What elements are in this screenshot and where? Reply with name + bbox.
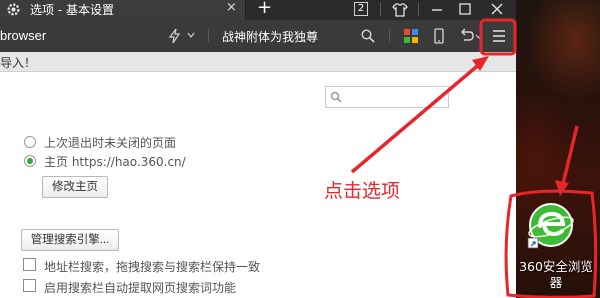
search-icon[interactable] (360, 28, 376, 44)
mobile-phone-icon[interactable] (430, 27, 448, 45)
tab-close-button[interactable]: × (226, 0, 237, 15)
minimize-icon[interactable] (428, 1, 446, 19)
chevron-down-icon[interactable] (186, 30, 196, 40)
lightning-icon[interactable] (166, 28, 184, 44)
chevron-down-icon[interactable] (474, 27, 484, 45)
undo-icon[interactable] (457, 27, 475, 45)
title-separator (380, 3, 381, 16)
edit-home-page-button[interactable]: 修改主页 (42, 176, 108, 198)
checkbox-label-sync-address-bar-search: 地址栏搜索，拖拽搜索与搜索栏保持一致 (44, 260, 261, 274)
notification-bar: 导入！ (0, 52, 516, 72)
tab-title: 选项 - 基本设置 (30, 3, 114, 17)
360-browser-app-icon[interactable] (526, 200, 576, 250)
product-name: browser (0, 28, 47, 43)
checkbox-sync-address-bar-search[interactable] (23, 258, 36, 271)
radio-label-home-page: 主页 https://hao.360.cn/ (44, 155, 186, 169)
search-bar-text[interactable]: 战神附体为我独尊 (222, 28, 318, 45)
settings-search-input[interactable] (344, 89, 444, 105)
checkbox-auto-extract-search-terms[interactable] (23, 279, 36, 292)
app-label: 360安全浏览器 (519, 259, 593, 290)
radio-label-restore-last-pages: 上次退出时未关闭的页面 (44, 136, 177, 150)
checkbox-label-auto-extract-search-terms: 启用搜索栏自动提取网页搜索词功能 (44, 281, 237, 295)
manage-search-engines-button[interactable]: 管理搜索引擎... (21, 229, 119, 251)
radio-home-page[interactable] (24, 155, 36, 167)
apps-grid-icon[interactable] (402, 27, 420, 45)
menu-hamburger-icon[interactable] (490, 27, 508, 45)
title-separator (418, 3, 419, 16)
search-icon (330, 91, 342, 103)
window-count-badge[interactable]: 2 (354, 2, 368, 16)
notification-text: 导入！ (0, 56, 37, 70)
tab-options-basic-settings[interactable]: 选项 - 基本设置 × (0, 0, 246, 20)
new-tab-button[interactable]: + (257, 0, 272, 18)
gear-icon (7, 3, 20, 16)
maximize-icon[interactable] (456, 1, 474, 19)
toolbar-separator (389, 29, 390, 42)
radio-restore-last-pages[interactable] (24, 136, 36, 148)
browser-toolbar: browser 战神附体为我独尊 (0, 20, 516, 52)
desktop-wallpaper (516, 0, 600, 298)
settings-search-box[interactable] (325, 86, 449, 108)
settings-page: 上次退出时未关闭的页面 主页 https://hao.360.cn/ 修改主页 … (0, 72, 516, 298)
shirt-skin-icon[interactable] (391, 1, 409, 19)
close-icon[interactable] (488, 1, 506, 19)
toolbar-separator (208, 29, 209, 42)
annotation-click-options: 点击选项 (324, 180, 401, 202)
title-bar: 选项 - 基本设置 × + 2 (0, 0, 516, 20)
